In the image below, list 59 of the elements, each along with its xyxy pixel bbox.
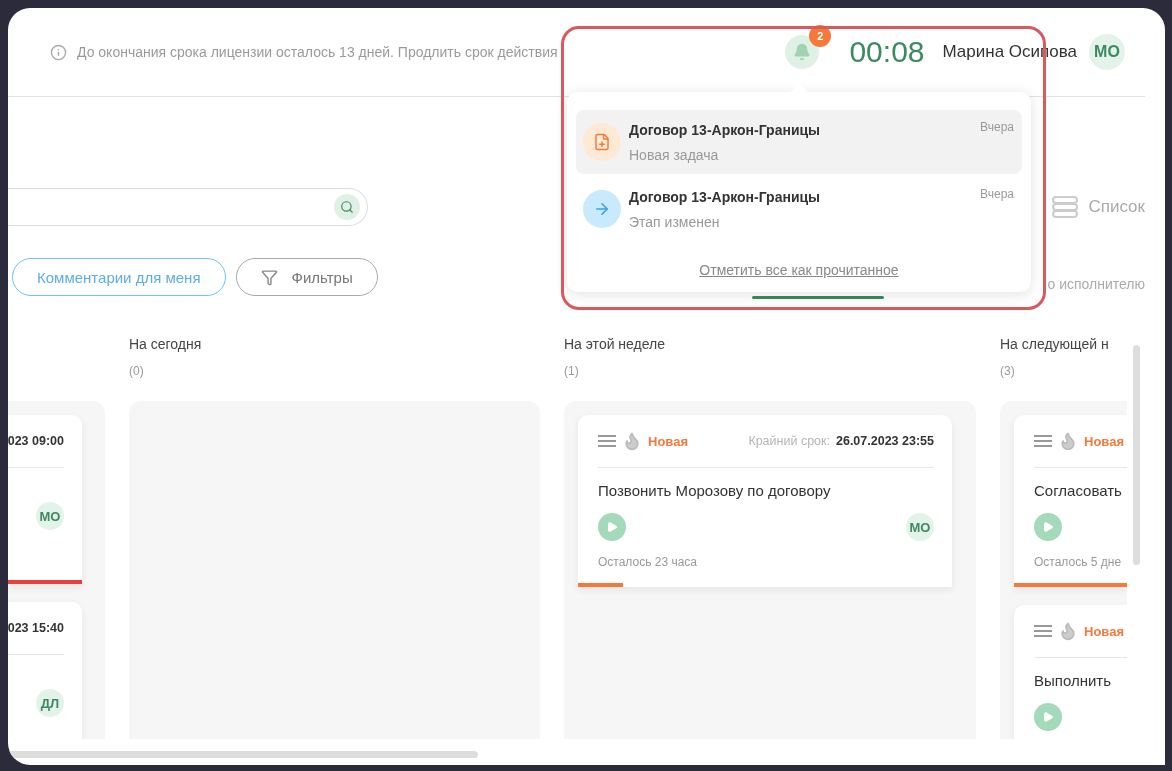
flame-icon: [1058, 621, 1078, 641]
task-status: Новая: [1084, 433, 1124, 449]
notification-time: Вчера: [980, 187, 1014, 201]
list-icon: [1052, 196, 1079, 218]
task-card[interactable]: Новая Согласовать Осталось 5 дне: [1014, 415, 1127, 587]
task-status: Новая: [1084, 623, 1124, 639]
assignee-avatar: МО: [36, 502, 64, 530]
drag-handle-icon[interactable]: [598, 434, 616, 448]
assignee-avatar: ДЛ: [36, 689, 64, 717]
notification-time: Вчера: [980, 120, 1014, 134]
play-icon: [1042, 521, 1054, 533]
deadline-value: 023 09:00: [8, 434, 64, 448]
assignee-avatar: МО: [906, 513, 934, 541]
task-title: Согласовать: [1034, 482, 1123, 499]
task-title: Позвонить Морозову по договору: [598, 482, 832, 499]
task-card[interactable]: 023 09:00 МО: [8, 415, 82, 584]
info-icon: [50, 43, 67, 61]
mark-all-read-link[interactable]: Отметить все как прочитанное: [699, 262, 899, 278]
search-icon[interactable]: [334, 194, 360, 220]
flame-icon: [1058, 431, 1078, 451]
task-card[interactable]: 023 15:40 ДЛ: [8, 602, 82, 739]
play-button[interactable]: [598, 513, 626, 541]
task-card[interactable]: Новая Выполнить: [1014, 605, 1127, 739]
flame-icon: [622, 431, 642, 451]
task-title: Выполнить: [1034, 672, 1113, 689]
drag-handle-icon[interactable]: [1034, 624, 1052, 638]
arrow-right-icon: [583, 190, 621, 228]
notification-item[interactable]: Договор 13-Аркон-Границы Новая задача Вчера: [576, 110, 1022, 174]
column-count: (1): [564, 364, 580, 380]
drag-handle-icon[interactable]: [1034, 434, 1052, 448]
file-plus-icon: [583, 123, 621, 161]
deadline-label: Крайний срок:: [748, 434, 830, 448]
task-status: Новая: [648, 433, 688, 449]
column-title: На этой неделе: [564, 336, 667, 354]
column-count: (3): [1000, 364, 1016, 380]
horizontal-scrollbar[interactable]: [8, 751, 478, 758]
play-icon: [606, 521, 618, 533]
column-count: (0): [129, 364, 145, 380]
column-title: На следующей н: [1000, 336, 1110, 354]
timer: 00:08: [849, 35, 925, 69]
deadline-value: 26.07.2023 23:55: [836, 434, 934, 448]
notification-subtitle: Новая задача: [629, 146, 720, 163]
play-icon: [1042, 711, 1054, 723]
play-button[interactable]: [1034, 703, 1062, 731]
column-title: На сегодня: [129, 336, 203, 354]
play-button[interactable]: [1034, 513, 1062, 541]
time-remaining: Осталось 23 часа: [598, 555, 699, 569]
filter-icon: [260, 268, 278, 286]
notification-title: Договор 13-Аркон-Границы: [629, 188, 822, 205]
license-notice: До окончания срока лицензии осталось 13 дней. Продлить срок действия: [77, 44, 559, 60]
vertical-scrollbar[interactable]: [1133, 345, 1140, 565]
notification-subtitle: Этап изменен: [629, 213, 721, 230]
bell-icon: [793, 43, 812, 61]
task-card[interactable]: Новая Крайний срок: 26.07.2023 23:55 Позвонить Морозову по договору МО Осталось 23 часа: [578, 415, 952, 587]
filters-button[interactable]: Фильтры: [235, 258, 378, 296]
deadline-value: 023 15:40: [8, 621, 64, 635]
notification-title: Договор 13-Аркон-Границы: [629, 121, 822, 138]
user-avatar[interactable]: МО: [1089, 34, 1125, 70]
time-remaining: Осталось 5 дне: [1034, 555, 1123, 569]
